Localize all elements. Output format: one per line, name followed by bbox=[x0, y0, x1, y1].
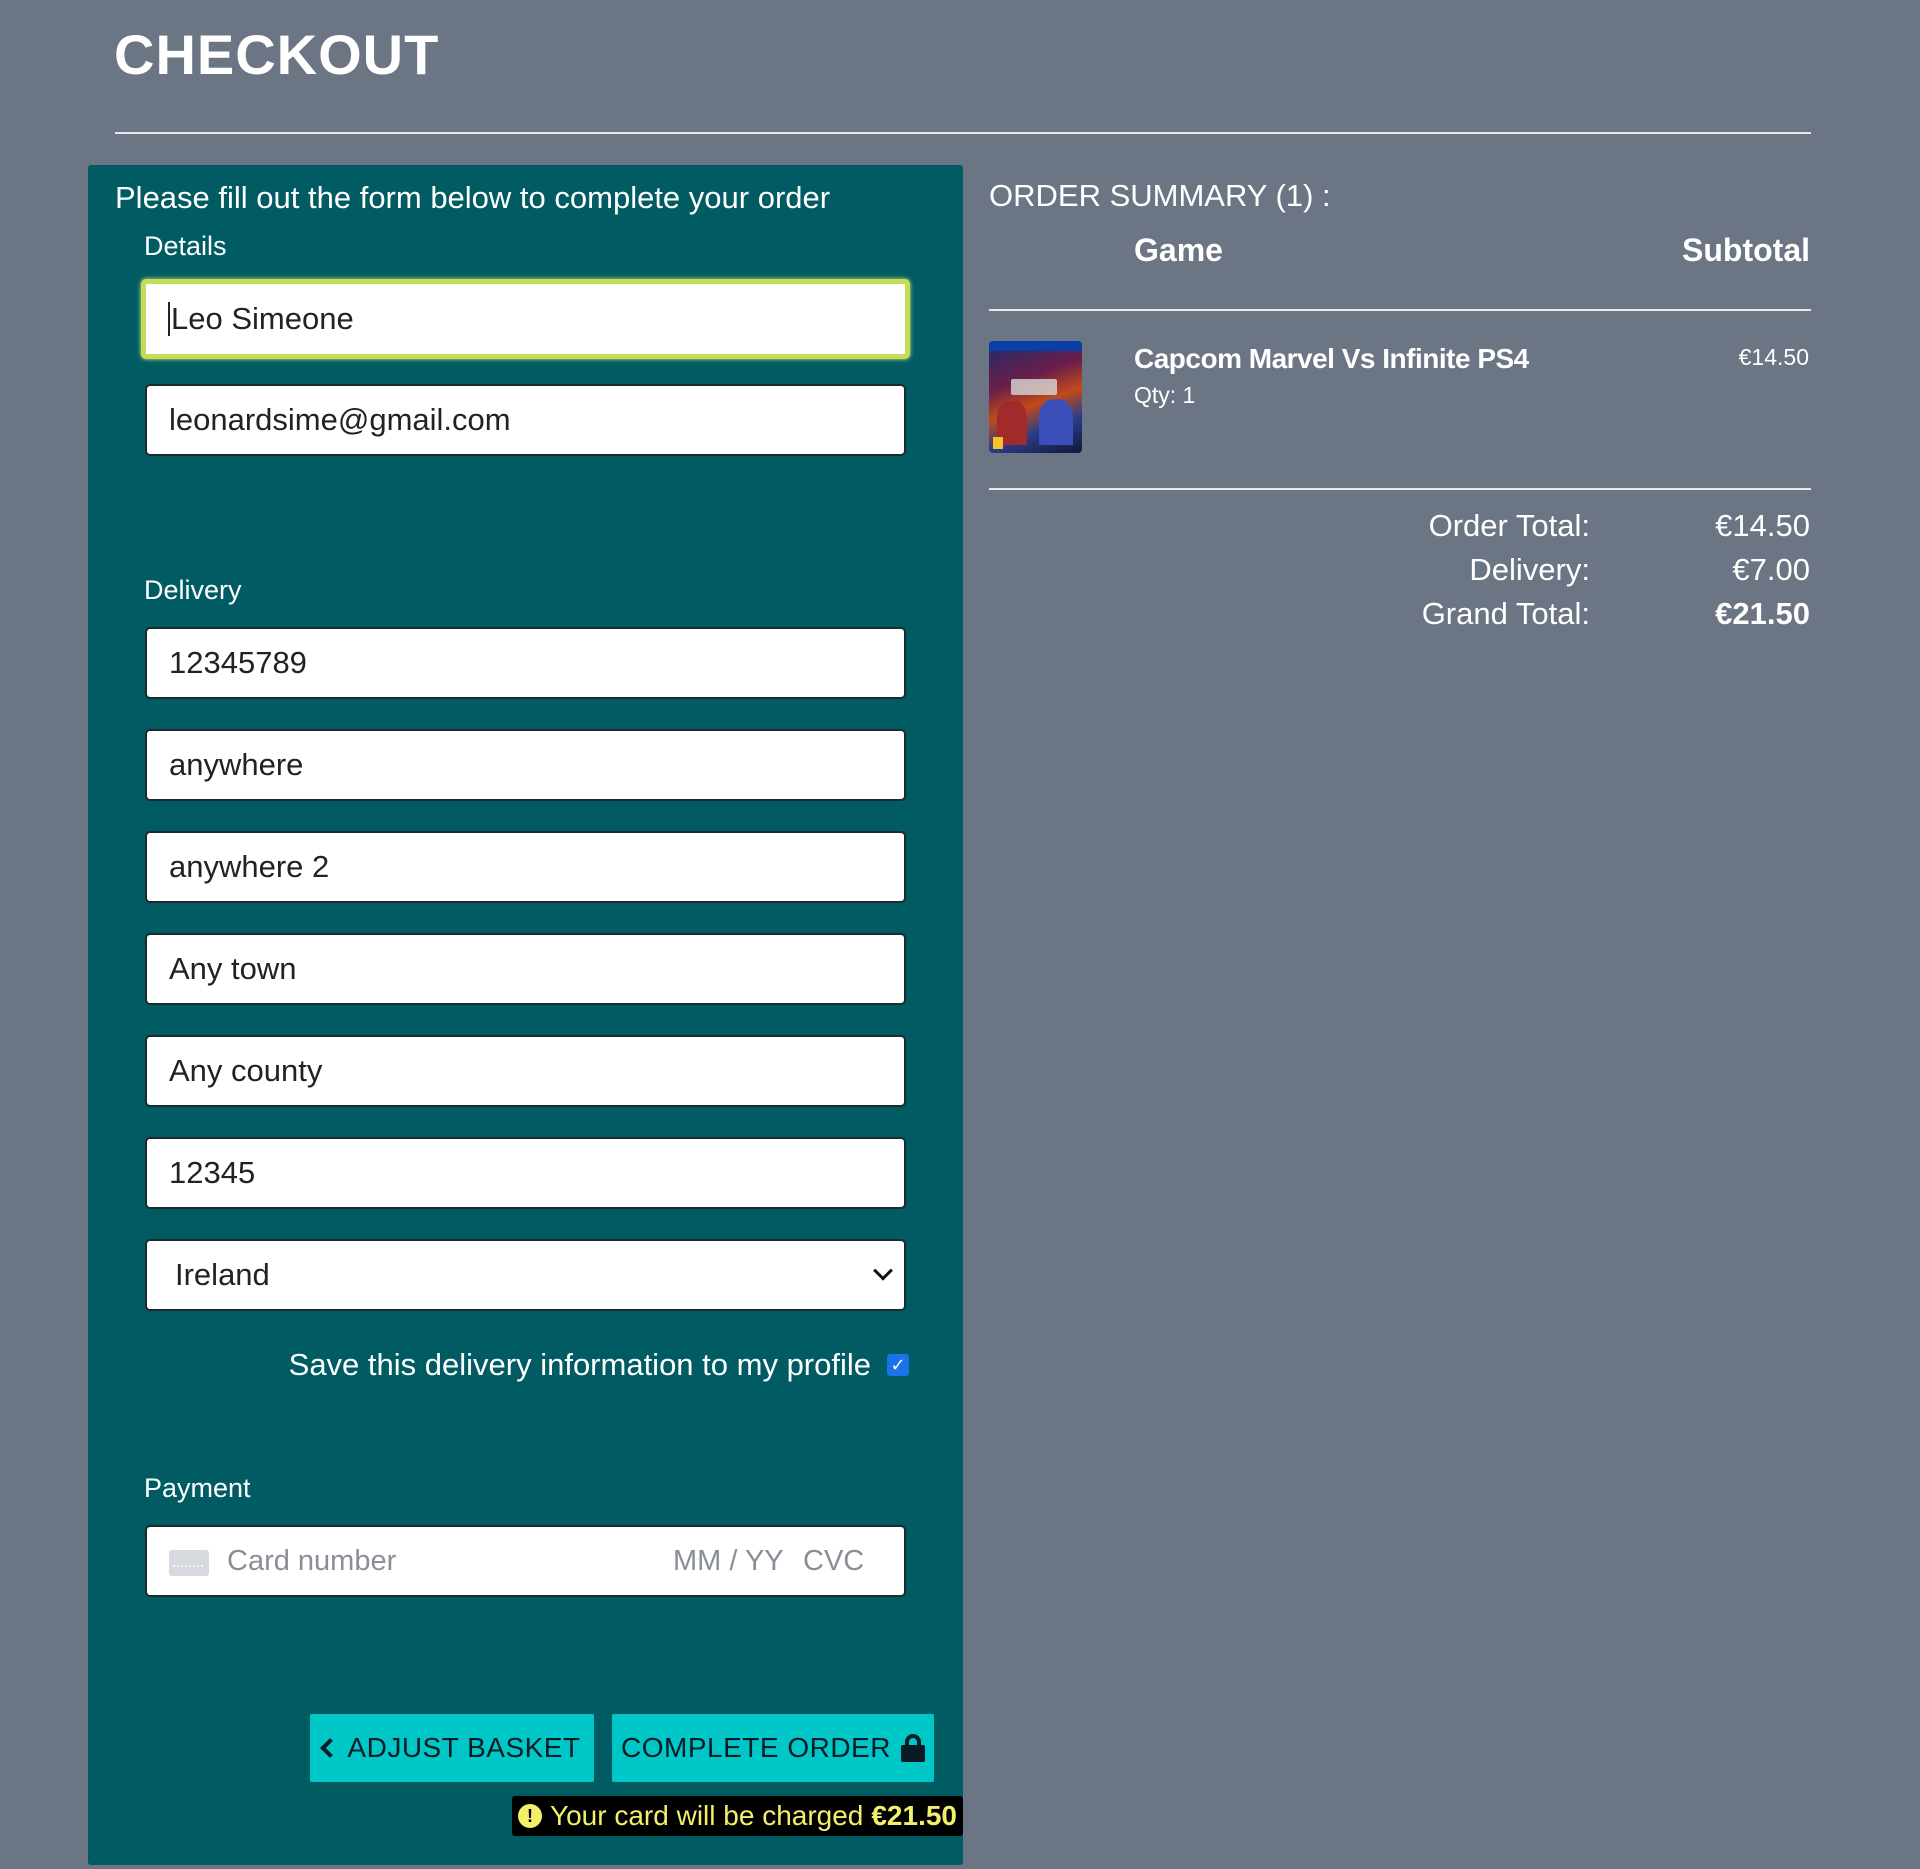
email-input[interactable]: leonardsime@gmail.com bbox=[145, 384, 906, 456]
title-divider bbox=[115, 132, 1811, 134]
item-price: €14.50 bbox=[1738, 344, 1809, 370]
adjust-basket-label: ADJUST BASKET bbox=[347, 1732, 581, 1763]
postcode-input[interactable]: 12345 bbox=[145, 1137, 906, 1209]
complete-order-button[interactable]: COMPLETE ORDER bbox=[612, 1714, 934, 1782]
country-select[interactable]: Ireland bbox=[145, 1239, 906, 1311]
summary-header-game: Game bbox=[1134, 232, 1223, 268]
save-info-row: Save this delivery information to my pro… bbox=[289, 1347, 909, 1383]
item-name: Capcom Marvel Vs Infinite PS4 bbox=[1134, 343, 1529, 374]
chevron-left-icon bbox=[320, 1738, 341, 1758]
full-name-input[interactable]: Leo Simeone bbox=[141, 279, 910, 359]
card-number-placeholder: Card number bbox=[227, 1545, 397, 1577]
street-address2-input[interactable]: anywhere 2 bbox=[145, 831, 906, 903]
adjust-basket-button[interactable]: ADJUST BASKET bbox=[310, 1714, 594, 1782]
form-intro: Please fill out the form below to comple… bbox=[115, 180, 831, 215]
delivery-label: Delivery: bbox=[1469, 552, 1590, 587]
charge-notice-text: Your card will be charged bbox=[550, 1800, 864, 1831]
exclamation-icon: ! bbox=[518, 1804, 542, 1828]
order-total-label: Order Total: bbox=[1428, 508, 1590, 543]
delivery-legend: Delivery bbox=[144, 575, 242, 605]
order-total-value: €14.50 bbox=[1715, 508, 1810, 543]
summary-divider bbox=[989, 488, 1811, 490]
county-input[interactable]: Any county bbox=[145, 1035, 906, 1107]
checkout-form: Please fill out the form below to comple… bbox=[88, 165, 963, 1865]
town-value: Any town bbox=[169, 951, 297, 986]
text-caret bbox=[168, 302, 170, 336]
details-legend: Details bbox=[144, 231, 227, 261]
card-element[interactable]: Card number MM / YY CVC bbox=[145, 1525, 906, 1597]
country-value: Ireland bbox=[175, 1257, 270, 1292]
street-address1-input[interactable]: anywhere bbox=[145, 729, 906, 801]
complete-order-label: COMPLETE ORDER bbox=[621, 1732, 891, 1763]
item-qty: Qty: 1 bbox=[1134, 382, 1196, 408]
lock-icon bbox=[900, 1734, 925, 1762]
card-cvc-placeholder: CVC bbox=[803, 1545, 865, 1577]
full-name-value: Leo Simeone bbox=[171, 301, 354, 336]
save-info-checkbox[interactable]: ✓ bbox=[887, 1354, 909, 1376]
charge-notice: ! Your card will be charged €21.50 bbox=[512, 1796, 963, 1836]
game-cover-image bbox=[989, 341, 1082, 453]
summary-divider bbox=[989, 309, 1811, 311]
postcode-value: 12345 bbox=[169, 1155, 256, 1190]
save-info-label: Save this delivery information to my pro… bbox=[288, 1347, 871, 1382]
phone-number-value: 12345789 bbox=[169, 645, 307, 680]
summary-header-subtotal: Subtotal bbox=[1682, 232, 1810, 268]
street-address1-value: anywhere bbox=[169, 747, 304, 782]
credit-card-icon bbox=[169, 1550, 209, 1576]
card-expiry-placeholder: MM / YY bbox=[673, 1545, 784, 1577]
payment-legend: Payment bbox=[144, 1473, 251, 1503]
order-summary-title: ORDER SUMMARY (1) : bbox=[989, 178, 1331, 213]
town-input[interactable]: Any town bbox=[145, 933, 906, 1005]
phone-number-input[interactable]: 12345789 bbox=[145, 627, 906, 699]
grand-total-value: €21.50 bbox=[1715, 596, 1810, 631]
chevron-down-icon bbox=[873, 1260, 893, 1281]
grand-total-label: Grand Total: bbox=[1421, 596, 1590, 631]
county-value: Any county bbox=[169, 1053, 323, 1088]
charge-notice-amount: €21.50 bbox=[871, 1800, 957, 1831]
page-title: CHECKOUT bbox=[114, 23, 440, 86]
street-address2-value: anywhere 2 bbox=[169, 849, 330, 884]
delivery-value: €7.00 bbox=[1732, 552, 1810, 587]
email-value: leonardsime@gmail.com bbox=[169, 402, 511, 437]
